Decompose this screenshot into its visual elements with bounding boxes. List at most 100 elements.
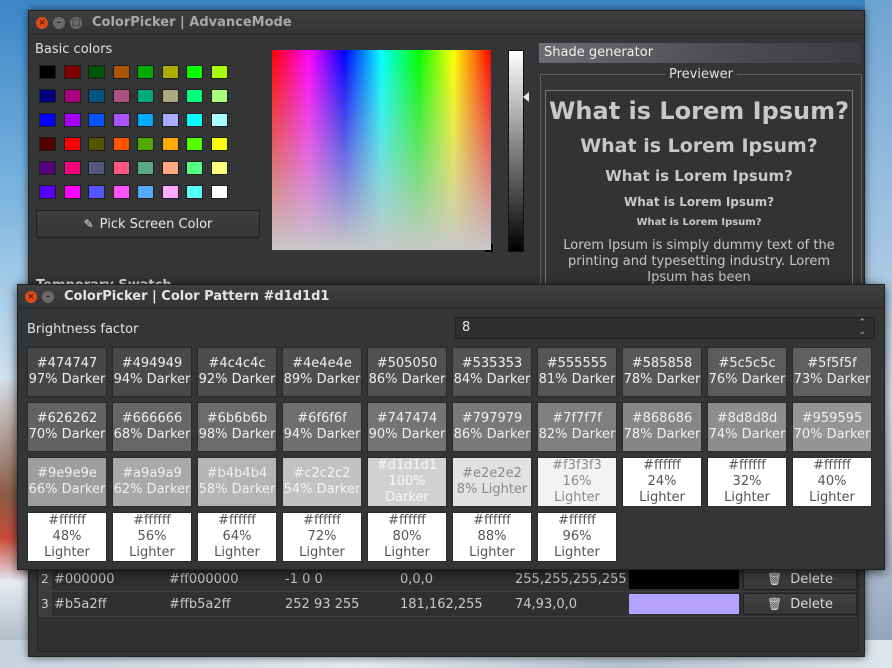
basic-color-swatch[interactable] [39,161,56,175]
basic-color-swatch[interactable] [112,89,130,103]
basic-color-swatch[interactable] [161,113,179,127]
color-pattern-tile[interactable]: #ffffff 40% Lighter [792,457,872,507]
color-pattern-tile[interactable]: #6f6f6f 94% Darker [282,402,362,452]
color-pattern-tile[interactable]: #ffffff 56% Lighter [112,512,192,562]
basic-color-swatch[interactable] [210,65,228,79]
basic-color-swatch[interactable] [88,185,105,199]
color-pattern-tile[interactable]: #b4b4b4 58% Darker [197,457,277,507]
color-pattern-tile[interactable]: #666666 68% Darker [112,402,192,452]
color-pattern-tile[interactable]: #555555 81% Darker [537,347,617,397]
color-pattern-tile[interactable]: #c2c2c2 54% Darker [282,457,362,507]
color-pattern-tile[interactable]: #ffffff 32% Lighter [707,457,787,507]
basic-color-swatch[interactable] [210,161,228,175]
basic-color-swatch[interactable] [39,137,56,151]
table-row[interactable]: 3 #b5a2ff #ffb5a2ff 252 93 255 181,162,2… [38,592,857,617]
basic-color-swatch[interactable] [63,185,81,199]
basic-color-swatch[interactable] [186,65,203,79]
pick-screen-color-button[interactable]: ✎ Pick Screen Color [36,210,260,238]
close-icon[interactable]: × [25,290,37,303]
color-pattern-tile[interactable]: #f3f3f3 16% Lighter [537,457,617,507]
basic-color-swatch[interactable] [137,137,154,151]
delete-button[interactable]: 🗑 Delete [743,568,857,590]
basic-color-swatch[interactable] [137,185,154,199]
basic-color-swatch[interactable] [39,185,56,199]
color-pattern-tile[interactable]: #585858 78% Darker [622,347,702,397]
table-row[interactable]: 2 #000000 #ff000000 -1 0 0 0,0,0 255,255… [38,567,857,592]
color-pattern-tile[interactable]: #ffffff 96% Lighter [537,512,617,562]
basic-color-swatch[interactable] [210,113,228,127]
color-pattern-tile[interactable]: #747474 90% Darker [367,402,447,452]
color-pattern-tile[interactable]: #535353 84% Darker [452,347,532,397]
brightness-factor-spinbox[interactable]: 8 ⌃ ⌄ [455,317,875,339]
color-pattern-tile[interactable]: #ffffff 72% Lighter [282,512,362,562]
basic-color-swatch[interactable] [63,65,81,79]
basic-color-swatch[interactable] [137,161,154,175]
basic-color-swatch[interactable] [137,113,154,127]
basic-color-swatch[interactable] [63,113,81,127]
main-titlebar[interactable]: × – □ ColorPicker | AdvanceMode [29,11,864,35]
basic-color-swatch[interactable] [88,113,105,127]
basic-color-swatch[interactable] [112,185,130,199]
minimize-icon[interactable]: – [42,290,54,303]
basic-color-swatch[interactable] [63,89,81,103]
minimize-icon[interactable]: – [53,16,65,29]
basic-color-swatch[interactable] [186,89,203,103]
color-pattern-tile[interactable]: #959595 70% Darker [792,402,872,452]
color-pattern-tile[interactable]: #a9a9a9 62% Darker [112,457,192,507]
color-pattern-tile[interactable]: #5f5f5f 73% Darker [792,347,872,397]
color-pattern-tile[interactable]: #797979 86% Darker [452,402,532,452]
luminance-slider[interactable] [508,50,524,252]
color-pattern-tile[interactable]: #e2e2e2 8% Lighter [452,457,532,507]
basic-color-swatch[interactable] [186,137,203,151]
basic-color-swatch[interactable] [210,137,228,151]
spin-arrows-icon[interactable]: ⌃ ⌄ [858,319,866,337]
basic-color-swatch[interactable] [112,113,130,127]
basic-color-swatch[interactable] [137,89,154,103]
basic-color-swatch[interactable] [39,113,56,127]
color-pattern-tile[interactable]: #5c5c5c 76% Darker [707,347,787,397]
color-pattern-tile[interactable]: #ffffff 48% Lighter [27,512,107,562]
shade-generator-header[interactable]: Shade generator [539,43,861,63]
color-pattern-tile[interactable]: #d1d1d1 100% Darker [367,457,447,507]
color-pattern-tile[interactable]: #4c4c4c 92% Darker [197,347,277,397]
basic-color-swatch[interactable] [88,161,105,175]
color-pattern-tile[interactable]: #4e4e4e 89% Darker [282,347,362,397]
basic-color-swatch[interactable] [161,137,179,151]
color-pattern-tile[interactable]: #8d8d8d 74% Darker [707,402,787,452]
close-icon[interactable]: × [36,16,48,29]
color-pattern-tile[interactable]: #ffffff 88% Lighter [452,512,532,562]
basic-color-swatch[interactable] [88,137,105,151]
delete-button[interactable]: 🗑 Delete [743,593,857,615]
basic-color-swatch[interactable] [112,161,130,175]
basic-color-swatch[interactable] [112,137,130,151]
color-pattern-tile[interactable]: #ffffff 64% Lighter [197,512,277,562]
basic-color-swatch[interactable] [161,89,179,103]
basic-color-swatch[interactable] [63,137,81,151]
color-pattern-tile[interactable]: #ffffff 24% Lighter [622,457,702,507]
basic-color-swatch[interactable] [88,65,105,79]
color-spectrum[interactable] [272,50,491,250]
basic-color-swatch[interactable] [161,65,179,79]
color-pattern-tile[interactable]: #6b6b6b 98% Darker [197,402,277,452]
basic-color-swatch[interactable] [39,89,56,103]
color-pattern-tile[interactable]: #494949 94% Darker [112,347,192,397]
color-pattern-tile[interactable]: #9e9e9e 66% Darker [27,457,107,507]
color-pattern-tile[interactable]: #868686 78% Darker [622,402,702,452]
basic-color-swatch[interactable] [210,89,228,103]
basic-color-swatch[interactable] [137,65,154,79]
basic-color-swatch[interactable] [186,185,203,199]
basic-color-swatch[interactable] [186,161,203,175]
color-pattern-tile[interactable]: #505050 86% Darker [367,347,447,397]
color-pattern-tile[interactable]: #626262 70% Darker [27,402,107,452]
basic-color-swatch[interactable] [186,113,203,127]
maximize-icon[interactable]: □ [70,16,82,29]
color-pattern-tile[interactable]: #7f7f7f 82% Darker [537,402,617,452]
basic-color-swatch[interactable] [112,65,130,79]
color-pattern-tile[interactable]: #ffffff 80% Lighter [367,512,447,562]
luminance-handle-icon[interactable] [523,92,529,102]
basic-color-swatch[interactable] [39,65,56,79]
color-pattern-tile[interactable]: #474747 97% Darker [27,347,107,397]
basic-color-swatch[interactable] [161,185,179,199]
basic-color-swatch[interactable] [161,161,179,175]
spectrum-cursor[interactable] [485,244,493,252]
